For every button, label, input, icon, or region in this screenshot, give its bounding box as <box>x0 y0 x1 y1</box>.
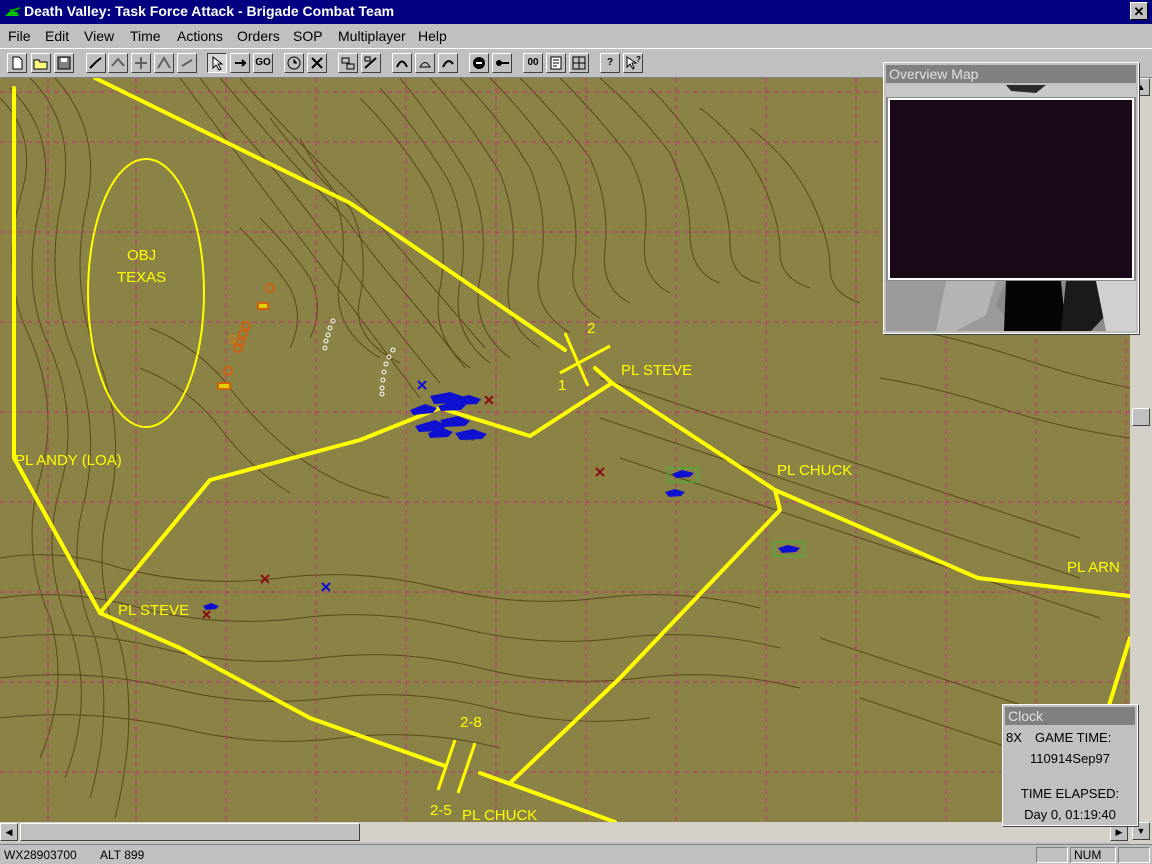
fire-order-icon[interactable] <box>469 53 489 73</box>
unit-order-1-icon[interactable] <box>338 53 358 73</box>
pl-chuck-label-south: PL CHUCK <box>462 807 537 822</box>
defend-order-icon[interactable] <box>415 53 435 73</box>
bound-tool-icon[interactable] <box>154 53 174 73</box>
altitude-readout: ALT 899 <box>100 848 145 862</box>
clock-panel[interactable]: Clock 8X GAME TIME: 110914Sep97 TIME ELA… <box>1002 704 1138 826</box>
unit-label-2-8: 2-8 <box>460 714 482 731</box>
title-bar: Death Valley: Task Force Attack - Brigad… <box>0 0 1152 24</box>
menu-help[interactable]: Help <box>418 28 447 44</box>
horizontal-scrollbar[interactable]: ◀ ▶ <box>0 822 1130 842</box>
pl-steve-label-west: PL STEVE <box>118 602 189 619</box>
unit-order-2-icon[interactable] <box>361 53 381 73</box>
save-disk-icon[interactable] <box>54 53 74 73</box>
route-tool-icon[interactable] <box>86 53 106 73</box>
go-button[interactable]: GO <box>253 53 273 73</box>
menu-orders[interactable]: Orders <box>237 28 280 44</box>
clock-tool-icon[interactable] <box>284 53 304 73</box>
overview-map-panel[interactable]: Overview Map <box>883 62 1139 334</box>
overview-map-view[interactable] <box>886 85 1136 331</box>
unit-label-1: 1 <box>558 377 566 394</box>
scroll-left-arrow-icon[interactable]: ◀ <box>0 823 18 841</box>
obj-texas-label-1: OBJ <box>127 247 156 264</box>
horizontal-scroll-thumb[interactable] <box>20 823 360 841</box>
game-time-value: 110914Sep97 <box>1029 751 1110 766</box>
overview-map-title[interactable]: Overview Map <box>886 65 1136 83</box>
num-lock-indicator: NUM <box>1070 847 1116 863</box>
menu-actions[interactable]: Actions <box>177 28 223 44</box>
grid-coordinate: WX28903700 <box>4 848 77 862</box>
obj-texas-label-2: TEXAS <box>117 269 166 286</box>
select-pointer-icon[interactable] <box>207 53 227 73</box>
new-file-icon[interactable] <box>7 53 27 73</box>
window-title: Death Valley: Task Force Attack - Brigad… <box>24 3 395 19</box>
elapsed-time-value: Day 0, 01:19:40 <box>1024 807 1116 822</box>
status-bar: WX28903700 ALT 899 NUM <box>0 844 1152 864</box>
unit-label-2-5: 2-5 <box>430 802 452 819</box>
pl-andy-label: PL ANDY (LOA) <box>15 452 122 469</box>
pl-steve-label-east: PL STEVE <box>621 362 692 379</box>
map-options-icon[interactable] <box>569 53 589 73</box>
overwatch-tool-icon[interactable] <box>131 53 151 73</box>
overview-map-canvas[interactable] <box>886 85 1136 331</box>
menu-sop[interactable]: SOP <box>293 28 323 44</box>
menu-edit[interactable]: Edit <box>45 28 69 44</box>
svg-text:S: S <box>228 332 237 347</box>
svg-text:?: ? <box>636 55 641 64</box>
game-time-label: GAME TIME: <box>1035 730 1112 745</box>
menu-bar: File Edit View Time Actions Orders SOP M… <box>0 24 1152 48</box>
open-folder-icon[interactable] <box>31 53 51 73</box>
vertical-scroll-thumb[interactable] <box>1132 408 1150 426</box>
context-help-icon[interactable]: ? <box>623 53 643 73</box>
close-button[interactable]: ✕ <box>1130 2 1148 20</box>
pl-arn-label: PL ARN <box>1067 559 1120 576</box>
menu-multiplayer[interactable]: Multiplayer <box>338 28 406 44</box>
elapsed-time-label: TIME ELAPSED: <box>1020 786 1120 801</box>
withdraw-order-icon[interactable] <box>438 53 458 73</box>
hold-fire-icon[interactable] <box>492 53 512 73</box>
help-button[interactable]: ? <box>600 53 620 73</box>
menu-view[interactable]: View <box>84 28 114 44</box>
pause-button[interactable]: 00 <box>523 53 543 73</box>
attack-order-icon[interactable] <box>392 53 412 73</box>
halt-tool-icon[interactable] <box>177 53 197 73</box>
time-speed: 8X <box>1006 730 1022 745</box>
cancel-order-icon[interactable] <box>307 53 327 73</box>
move-pointer-icon[interactable] <box>230 53 250 73</box>
status-pane-scroll <box>1118 847 1150 863</box>
app-tank-icon <box>5 7 21 16</box>
clock-title[interactable]: Clock <box>1005 707 1135 725</box>
unit-label-2: 2 <box>587 320 595 337</box>
pl-chuck-label-north: PL CHUCK <box>777 462 852 479</box>
status-pane-empty <box>1036 847 1068 863</box>
report-icon[interactable] <box>546 53 566 73</box>
menu-time[interactable]: Time <box>130 28 161 44</box>
menu-file[interactable]: File <box>8 28 31 44</box>
formation-tool-icon[interactable] <box>108 53 128 73</box>
